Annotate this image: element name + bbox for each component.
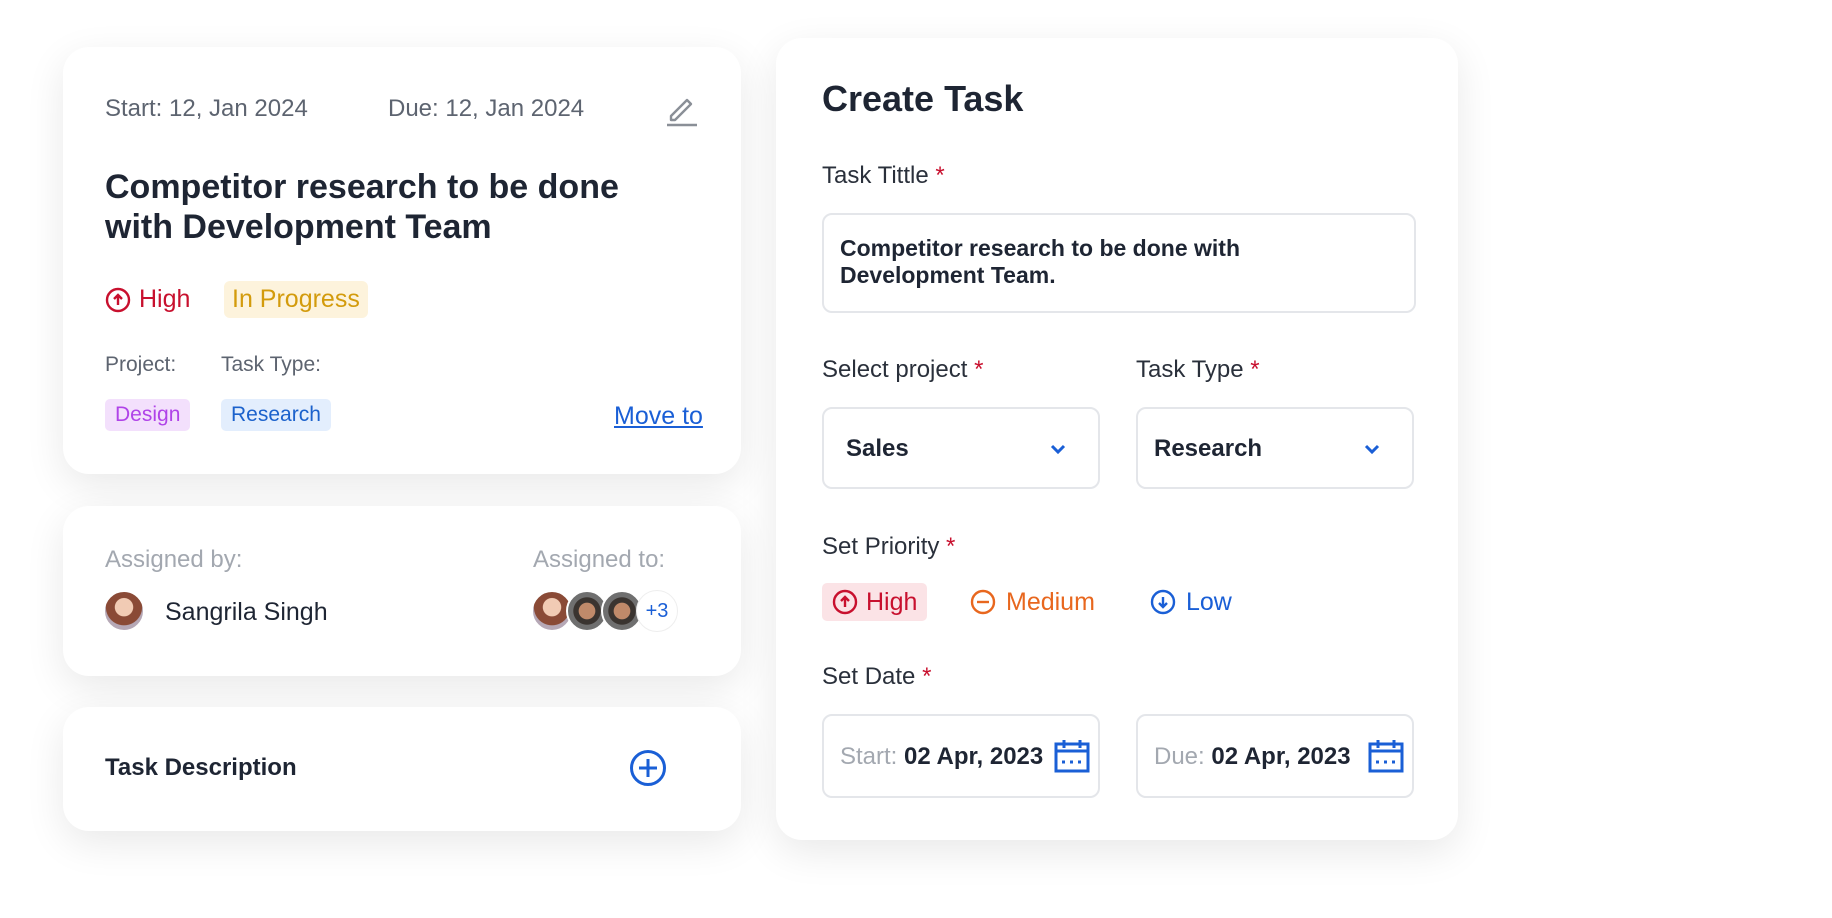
more-assignees-count: +3 [636,590,678,632]
due-date: Due: 12, Jan 2024 [388,95,585,122]
priority-badge: High [105,285,190,314]
task-title-value-line2: Development Team. [840,262,1056,288]
add-description-plus-icon[interactable] [629,749,667,792]
required-asterisk: * [946,533,956,560]
required-asterisk: * [974,356,984,383]
create-task-title: Create Task [822,78,1024,119]
assigned-by-name: Sangrila Singh [165,598,328,626]
priority-option-high[interactable]: High [822,583,927,621]
description-card: Task Description [63,707,741,831]
assigned-by-label: Assigned by: [105,546,243,573]
project-select[interactable]: Sales [822,407,1100,489]
required-asterisk: * [935,162,945,189]
avatar [103,590,145,632]
assigned-to-label: Assigned to: [533,546,666,573]
project-label: Project: [105,353,177,376]
edit-icon[interactable] [663,91,699,127]
priority-medium-label: Medium [1006,587,1095,616]
priority-label: High [139,285,191,313]
task-title-input[interactable]: Competitor research to be done with Deve… [822,213,1416,313]
task-card: Start: 12, Jan 2024 Due: 12, Jan 2024 Co… [63,47,741,474]
task-type-select-value: Research [1154,435,1263,462]
task-title-value-line1: Competitor research to be done with [840,235,1240,261]
due-prefix: Due: [1154,743,1205,770]
priority-option-low[interactable]: Low [1150,583,1232,621]
due-date-input[interactable]: Due: 02 Apr, 2023 [1136,714,1414,798]
due-value: 02 Apr, 2023 [1211,743,1351,770]
start-prefix: Start: [840,743,898,770]
task-type-label: Task Type: [221,353,321,376]
project-label: Select project [822,356,968,383]
priority-label: Set Priority [822,533,940,560]
minus-circle-icon [970,589,996,615]
start-date: Start: 12, Jan 2024 [105,95,308,122]
extra-count: +3 [645,599,669,622]
calendar-icon [1054,740,1090,773]
priority-option-medium[interactable]: Medium [970,583,1095,621]
task-title-label: Task Tittle [822,162,929,189]
move-to-link[interactable]: Move to [614,402,703,431]
arrow-up-circle-icon [105,287,131,312]
priority-low-label: Low [1186,587,1232,616]
assignment-card: Assigned by: Sangrila Singh Assigned to:… [63,506,741,676]
required-asterisk: * [1250,356,1260,383]
status-badge: In Progress [224,281,368,318]
calendar-icon [1368,740,1404,773]
start-date-input[interactable]: Start: 02 Apr, 2023 [822,714,1100,798]
date-label: Set Date [822,663,916,690]
task-type-select[interactable]: Research [1136,407,1414,489]
priority-high-label: High [866,587,918,616]
create-task-panel: Create Task Task Tittle * Competitor res… [776,38,1458,840]
arrow-down-circle-icon [1150,589,1176,615]
chevron-down-icon [1050,444,1066,455]
arrow-up-circle-icon [832,589,858,615]
task-description-label: Task Description [105,754,297,781]
task-type-label: Task Type [1136,356,1244,383]
task-title-line1: Competitor research to be done [105,168,619,206]
chevron-down-icon [1364,444,1380,455]
required-asterisk: * [922,663,932,690]
start-value: 02 Apr, 2023 [904,743,1044,770]
task-type-tag: Research [221,399,331,431]
task-title-line2: with Development Team [105,208,492,246]
project-tag: Design [105,399,191,431]
project-select-value: Sales [846,435,909,462]
